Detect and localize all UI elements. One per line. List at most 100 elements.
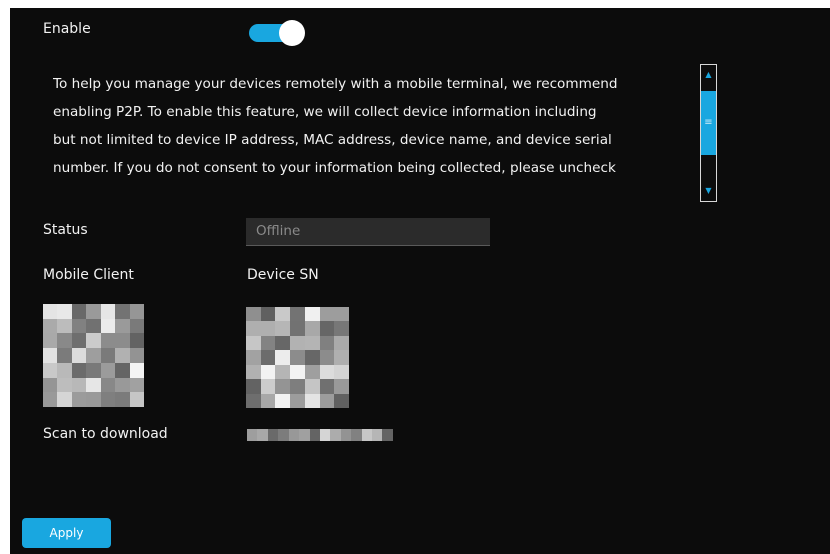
qr-pixel [275, 350, 291, 365]
qr-pixel [260, 379, 276, 394]
redacted-pixel [278, 429, 289, 441]
redacted-pixel [330, 429, 341, 441]
qr-pixel [43, 348, 58, 363]
qr-pixel [275, 321, 291, 336]
qr-pixel [115, 362, 130, 378]
qr-pixel [319, 364, 335, 380]
qr-pixel [260, 321, 276, 336]
scroll-thumb[interactable]: ≡ [701, 91, 716, 155]
qr-pixel [115, 333, 130, 349]
redacted-pixel [309, 429, 320, 441]
qr-pixel [86, 318, 101, 334]
qr-pixel [86, 392, 101, 407]
qr-pixel [71, 362, 87, 378]
qr-pixel [86, 348, 101, 363]
qr-pixel [100, 392, 116, 407]
qr-pixel [290, 335, 305, 351]
enable-label: Enable [43, 21, 91, 37]
qr-pixel [275, 364, 291, 380]
scroll-up-button[interactable]: ▲ [701, 65, 716, 85]
qr-pixel [246, 321, 261, 336]
enable-toggle[interactable] [249, 20, 305, 46]
qr-pixel [71, 392, 87, 407]
qr-pixel [129, 392, 144, 407]
qr-pixel [290, 307, 305, 322]
qr-pixel [275, 379, 291, 394]
qr-pixel [334, 307, 349, 322]
qr-pixel [57, 304, 72, 319]
device-sn-label: Device SN [247, 267, 319, 283]
qr-pixel [275, 307, 291, 322]
arrow-down-icon: ▼ [705, 186, 712, 195]
qr-pixel [304, 307, 320, 322]
qr-pixel [86, 362, 101, 378]
qr-pixel [275, 393, 291, 408]
qr-pixel [115, 304, 130, 319]
qr-pixel [246, 364, 261, 380]
qr-pixel [290, 364, 305, 380]
qr-pixel [86, 333, 101, 349]
qr-pixel [43, 304, 58, 319]
notice-line: number. If you do not consent to your in… [53, 160, 616, 176]
qr-pixel [115, 318, 130, 334]
qr-pixel [260, 364, 276, 380]
status-label: Status [43, 222, 88, 238]
scan-to-download-label: Scan to download [43, 426, 168, 442]
qr-pixel [275, 335, 291, 351]
redacted-pixel [319, 429, 331, 441]
qr-pixel [57, 318, 72, 334]
qr-pixel [115, 392, 130, 407]
mobile-client-label: Mobile Client [43, 267, 134, 283]
qr-pixel [334, 335, 349, 351]
qr-pixel [319, 335, 335, 351]
qr-pixel [246, 350, 261, 365]
qr-pixel [260, 393, 276, 408]
qr-pixel [304, 321, 320, 336]
qr-pixel [115, 377, 130, 393]
notice-scrollbar[interactable]: ▲ ≡ ▼ [700, 64, 717, 202]
qr-pixel [334, 350, 349, 365]
notice-line: but not limited to device IP address, MA… [53, 132, 612, 148]
qr-pixel [246, 335, 261, 351]
qr-pixel [100, 348, 116, 363]
qr-pixel [260, 307, 276, 322]
qr-pixel [246, 379, 261, 394]
redacted-pixel [247, 429, 258, 441]
privacy-notice: To help you manage your devices remotely… [53, 70, 695, 190]
qr-pixel [86, 304, 101, 319]
qr-pixel [334, 379, 349, 394]
qr-pixel [304, 335, 320, 351]
qr-pixel [57, 392, 72, 407]
qr-pixel [100, 362, 116, 378]
scroll-down-button[interactable]: ▼ [701, 181, 716, 201]
qr-pixel [334, 364, 349, 380]
qr-pixel [43, 318, 58, 334]
redacted-pixel [267, 429, 279, 441]
qr-pixel [71, 377, 87, 393]
qr-pixel [304, 393, 320, 408]
grip-icon: ≡ [704, 117, 713, 128]
device-sn-value-redacted [247, 429, 393, 441]
qr-pixel [100, 333, 116, 349]
qr-pixel [57, 377, 72, 393]
qr-pixel [290, 350, 305, 365]
qr-pixel [100, 318, 116, 334]
qr-pixel [71, 318, 87, 334]
qr-pixel [71, 304, 87, 319]
redacted-pixel [340, 429, 352, 441]
qr-pixel [319, 350, 335, 365]
qr-pixel [260, 350, 276, 365]
qr-pixel [129, 348, 144, 363]
qr-pixel [304, 350, 320, 365]
qr-pixel [260, 335, 276, 351]
mobile-client-qr-code [43, 304, 144, 407]
qr-pixel [290, 321, 305, 336]
qr-pixel [43, 377, 58, 393]
toggle-knob [279, 20, 305, 46]
qr-pixel [334, 393, 349, 408]
redacted-pixel [299, 429, 310, 441]
qr-pixel [319, 393, 335, 408]
apply-button[interactable]: Apply [22, 518, 111, 548]
qr-pixel [43, 392, 58, 407]
notice-line: enabling P2P. To enable this feature, we… [53, 104, 597, 120]
